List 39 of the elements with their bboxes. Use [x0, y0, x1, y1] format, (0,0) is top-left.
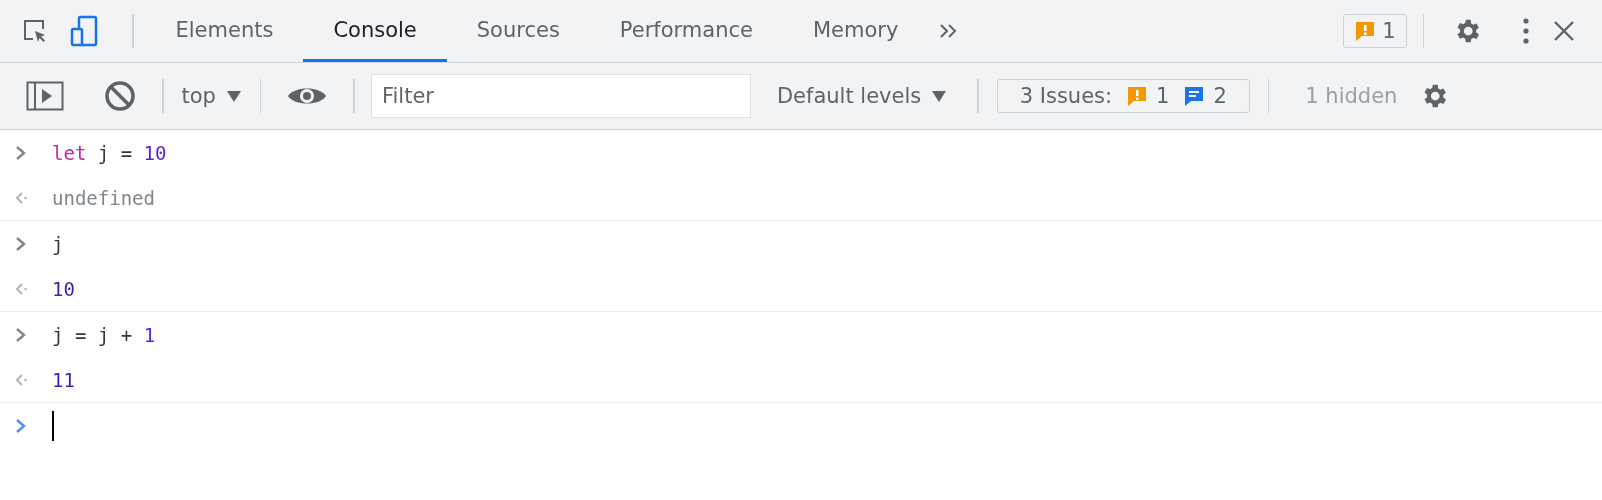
filter-field[interactable]: Filter [370, 74, 751, 118]
input-prompt-icon [14, 235, 28, 252]
inspect-icon[interactable] [22, 18, 48, 44]
device-toolbar-icon[interactable] [70, 15, 98, 47]
result-arrow-icon [14, 371, 28, 388]
message-count: 2 [1213, 84, 1227, 108]
dropdown-caret-icon [225, 90, 242, 102]
issues-badge[interactable]: 1 [1343, 14, 1407, 48]
input-prompt-icon [14, 326, 28, 343]
tab[interactable]: Elements [145, 0, 304, 62]
text-cursor [52, 410, 54, 441]
issues-label: 3 Issues: [1019, 84, 1113, 108]
warning-count: 1 [1156, 84, 1170, 108]
log-levels-dropdown[interactable]: Default levels [762, 84, 962, 108]
result-arrow-icon [14, 189, 28, 206]
issues-button[interactable]: 3 Issues: 1 2 [996, 79, 1250, 113]
command-text: let j = 10 [52, 141, 167, 164]
tab[interactable]: Performance [589, 0, 783, 62]
warning-icon [1354, 20, 1377, 42]
command-text: j = j + 1 [52, 323, 156, 346]
tab[interactable]: Memory [782, 0, 929, 62]
context-dropdown[interactable]: top [175, 84, 248, 108]
message-icon [1183, 85, 1206, 107]
more-options-icon[interactable] [1522, 16, 1530, 46]
close-icon[interactable] [1552, 19, 1576, 43]
input-prompt-icon [14, 417, 28, 434]
hidden-count: 1 hidden [1305, 84, 1398, 108]
sidebar-toggle-icon[interactable] [26, 81, 64, 111]
dropdown-caret-icon [931, 90, 948, 102]
tab[interactable]: Sources [446, 0, 590, 62]
warning-icon [1126, 85, 1149, 107]
input-prompt-icon [14, 144, 28, 161]
command-text: j [52, 232, 64, 255]
clear-console-icon[interactable] [104, 80, 136, 112]
issue-count: 1 [1382, 19, 1396, 43]
result-text: undefined [52, 186, 155, 209]
result-text: 11 [52, 368, 75, 391]
result-arrow-icon [14, 280, 28, 297]
result-text: 10 [52, 277, 75, 300]
